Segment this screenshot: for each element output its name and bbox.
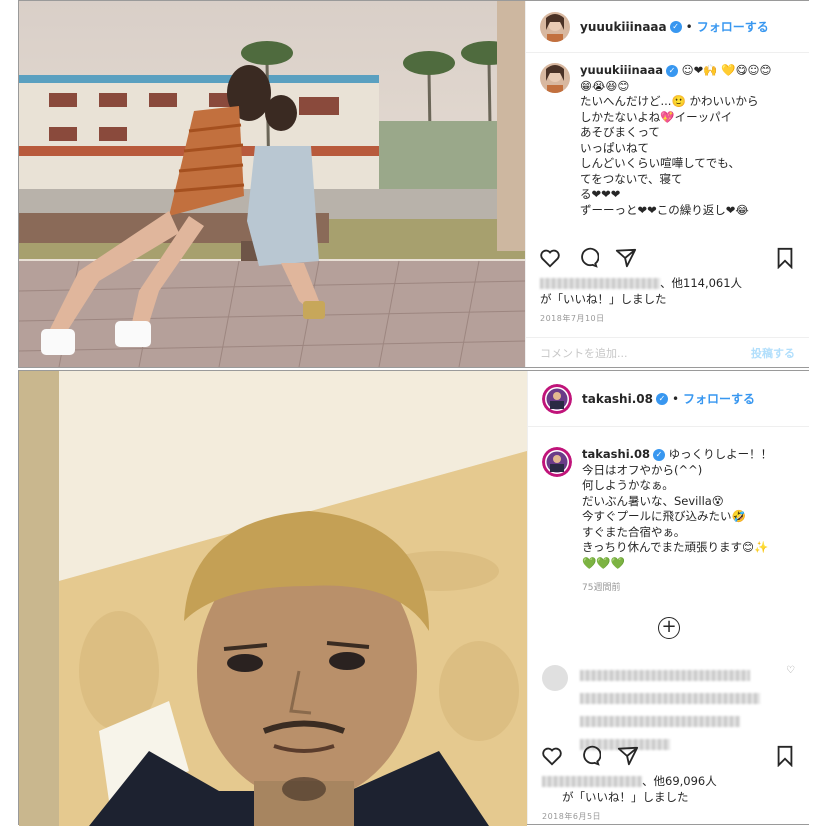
caption-line: ゆっくりしよー！！ [668,447,773,461]
username[interactable]: yuuukiiinaaa [580,20,667,34]
caption-line: 💚💚💚 [582,555,625,570]
verified-badge-icon: ✓ [655,392,668,405]
comment-bar: コメントを追加... 投稿する [526,337,809,367]
photo-selfie [19,371,527,826]
likes-count[interactable]: 、他69,096人 [642,774,717,788]
avatar-image [542,447,572,477]
username[interactable]: takashi.08 [582,392,653,406]
caption-line: 😁😭😆😊 [580,78,630,93]
follow-button[interactable]: フォローする [683,390,755,407]
caption: takashi.08 ✓ ゆっくりしよー！！ 今日はオフやから(^^) 何しようか… [528,427,809,597]
avatar-image [540,63,570,93]
caption-line: てをつないで、寝て [580,171,683,186]
follow-button[interactable]: フォローする [697,18,769,35]
post-photo[interactable] [19,1,525,367]
photo-beach-street [19,1,525,367]
time-ago: 75週間前 [582,583,621,593]
blurred-text [580,693,760,704]
verified-badge-icon: ✓ [669,20,682,33]
caption-line: ☺❤🙌 💛😋☺😊 [681,63,772,77]
caption-username[interactable]: takashi.08 [582,447,650,461]
avatar-image [542,383,572,414]
avatar-image [540,11,570,42]
post-date: 2018年6月5日 [542,812,602,821]
avatar[interactable] [542,383,572,414]
load-more-comments-icon[interactable]: + [658,617,680,639]
caption-line: ずーーっと❤❤この繰り返し❤😂 [580,202,749,217]
post-date: 2018年7月10日 [540,314,605,323]
likes-suffix: が「いいね！」しました [562,790,689,804]
share-icon[interactable] [614,246,638,270]
caption-avatar[interactable] [542,447,572,477]
verified-badge-icon: ✓ [666,64,678,77]
blurred-comment [580,665,780,753]
blurred-text [580,670,750,681]
comment-icon[interactable] [576,246,600,270]
post-sidebar: takashi.08 ✓ • フォローする takashi.08 ✓ ゆっくりしよ… [527,371,809,824]
caption-line: きっちり休んでまた頑張ります😊✨ [582,540,769,554]
verified-badge-icon: ✓ [653,448,666,461]
caption-line: しかたないよね💖イーッパイ [580,109,733,124]
comment-icon[interactable] [578,744,602,768]
caption-text: yuuukiiinaaa ✓ ☺❤🙌 💛😋☺😊 😁😭😆😊 たいへんだけど...🙂 … [580,63,772,218]
blurred-text [580,716,740,727]
heart-icon[interactable] [540,744,564,768]
caption-line: 今すぐプールに飛び込みたい🤣 [582,509,746,523]
caption-username[interactable]: yuuukiiinaaa [580,63,663,77]
avatar[interactable] [540,11,570,42]
likes-summary: 、他114,061人 が「いいね！」しました [540,275,742,307]
likes-summary: 、他69,096人 が「いいね！」しました [542,773,717,805]
post-header: takashi.08 ✓ • フォローする [528,371,809,427]
commenter-avatar[interactable] [542,665,568,691]
caption-text: takashi.08 ✓ ゆっくりしよー！！ 今日はオフやから(^^) 何しようか… [582,447,772,597]
action-bar [540,741,797,771]
bookmark-icon[interactable] [773,744,797,768]
caption-line: る❤❤❤ [580,187,621,201]
caption-line: 今日はオフやから(^^) [582,462,703,477]
caption: yuuukiiinaaa ✓ ☺❤🙌 💛😋☺😊 😁😭😆😊 たいへんだけど...🙂 … [526,53,809,218]
post-photo[interactable] [19,371,527,826]
post-comment-button[interactable]: 投稿する [751,345,795,361]
likes-count[interactable]: 、他114,061人 [660,276,742,290]
caption-line: たいへんだけど...🙂 かわいいから [580,94,759,108]
caption-line: すぐまた合宿やぁ。 [582,524,686,539]
comment-item: ♡ [542,665,795,753]
caption-line: 何しようかなぁ。 [582,478,674,492]
caption-line: だいぶん暑いな、Sevilla😵 [582,493,724,508]
post-sidebar: yuuukiiinaaa ✓ • フォローする yuuukiiinaaa ✓ ☺❤… [525,1,809,367]
post-header: yuuukiiinaaa ✓ • フォローする [526,1,809,53]
action-bar [538,243,797,273]
blurred-username [540,278,660,289]
caption-avatar[interactable] [540,63,570,93]
caption-line: いっぱいねて [580,140,649,155]
caption-line: あそびまくって [580,125,660,139]
bookmark-icon[interactable] [773,246,797,270]
comment-input[interactable]: コメントを追加... [540,345,628,361]
instagram-post-1: yuuukiiinaaa ✓ • フォローする yuuukiiinaaa ✓ ☺❤… [18,0,809,368]
instagram-post-2: takashi.08 ✓ • フォローする takashi.08 ✓ ゆっくりしよ… [18,370,809,826]
share-icon[interactable] [616,744,640,768]
separator-dot: • [685,19,693,34]
blurred-username [542,776,642,787]
caption-line: しんどいくらい喧嘩してでも、 [580,156,740,170]
separator-dot: • [671,391,680,406]
heart-icon[interactable] [538,246,562,270]
likes-suffix: が「いいね！」しました [540,292,667,306]
comment-like-heart-icon[interactable]: ♡ [786,665,795,753]
